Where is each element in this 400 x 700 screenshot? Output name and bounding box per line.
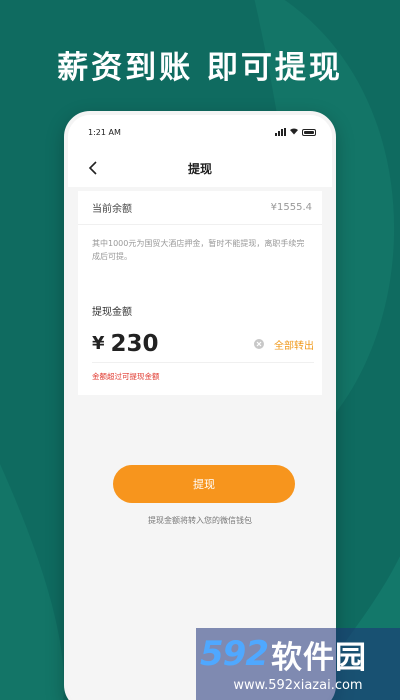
withdraw-amount-label: 提现金额 bbox=[92, 307, 132, 318]
balance-row: 当前余额 ¥1555.4 bbox=[78, 191, 322, 225]
site-watermark: 592 软件园 www.592xiazai.com bbox=[196, 628, 400, 700]
watermark-name: 软件园 bbox=[270, 639, 367, 676]
amount-error-message: 金额超过可提现金额 bbox=[92, 372, 160, 381]
page-title: 提现 bbox=[187, 161, 212, 176]
balance-value: ¥1555.4 bbox=[270, 202, 312, 213]
app-screen: 1:21 AM 提现 当前余额 ¥1555.4 其中1000元为国贸大酒店押金，… bbox=[68, 115, 332, 700]
signal-icon bbox=[275, 128, 286, 136]
wifi-icon bbox=[289, 127, 299, 137]
deposit-notice: 其中1000元为国贸大酒店押金，暂时不能提现，离职手续完成后可提。 bbox=[92, 239, 305, 261]
battery-icon bbox=[302, 128, 316, 136]
watermark-url: www.592xiazai.com bbox=[233, 678, 363, 693]
status-bar: 1:21 AM bbox=[68, 115, 332, 149]
withdraw-all-link[interactable]: 全部转出 bbox=[274, 337, 314, 352]
currency-symbol: ¥ bbox=[92, 333, 105, 354]
amount-input[interactable] bbox=[110, 330, 231, 357]
watermark-number: 592 bbox=[200, 634, 269, 674]
withdraw-button[interactable]: 提现 bbox=[113, 465, 295, 503]
back-chevron-icon[interactable] bbox=[82, 157, 104, 179]
clear-icon[interactable] bbox=[254, 339, 264, 349]
watermark-logo: 592 软件园 bbox=[200, 632, 367, 676]
status-time: 1:21 AM bbox=[88, 127, 121, 137]
phone-frame: 1:21 AM 提现 当前余额 ¥1555.4 其中1000元为国贸大酒店押金，… bbox=[64, 111, 336, 700]
amount-row: ¥ 全部转出 bbox=[92, 325, 314, 363]
nav-bar: 提现 bbox=[68, 149, 332, 187]
balance-label: 当前余额 bbox=[92, 204, 132, 215]
promo-headline: 薪资到账 即可提现 bbox=[57, 50, 343, 86]
status-icons bbox=[275, 127, 316, 137]
wallet-hint: 提现金额将转入您的微信钱包 bbox=[148, 516, 252, 525]
withdraw-card: 提现金额 ¥ 全部转出 金额超过可提现金额 bbox=[78, 291, 322, 395]
